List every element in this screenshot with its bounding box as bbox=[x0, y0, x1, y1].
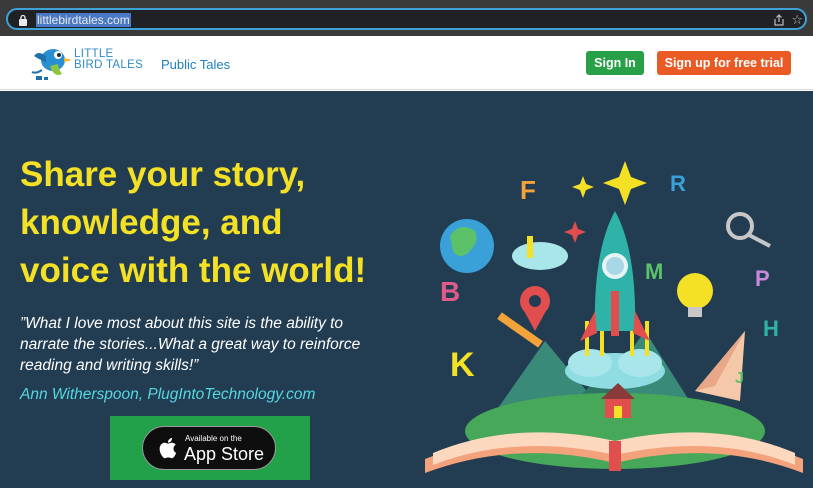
hero-section: Share your story, knowledge, and voice w… bbox=[0, 91, 813, 488]
hero-headline: Share your story, knowledge, and voice w… bbox=[20, 151, 420, 295]
quote-line-1: ”What I love most about this site is the… bbox=[20, 315, 344, 332]
star-icon[interactable]: ☆ bbox=[791, 12, 803, 28]
svg-text:J: J bbox=[735, 370, 744, 387]
app-store-badge[interactable]: Available on the App Store bbox=[142, 426, 276, 470]
svg-text:B: B bbox=[440, 276, 460, 307]
share-icon[interactable] bbox=[773, 14, 785, 26]
svg-text:M: M bbox=[645, 259, 663, 284]
lock-icon[interactable] bbox=[18, 14, 28, 26]
headline-line-3: voice with the world! bbox=[20, 251, 367, 290]
browser-toolbar: littlebirdtales.com ☆ bbox=[0, 0, 813, 36]
app-store-small-text: Available on the bbox=[185, 434, 242, 443]
storybook-rocket-illustration: F R B M P H K J bbox=[425, 161, 803, 473]
svg-text:R: R bbox=[670, 171, 686, 196]
quote-line-3: reading and writing skills!” bbox=[20, 357, 199, 374]
quote-line-2: narrate the stories...What a great way t… bbox=[20, 336, 361, 353]
apple-icon bbox=[159, 437, 177, 459]
nav-public-tales[interactable]: Public Tales bbox=[161, 57, 230, 72]
headline-line-2: knowledge, and bbox=[20, 203, 283, 242]
sign-in-button[interactable]: Sign In bbox=[586, 51, 644, 75]
bird-logo-icon[interactable] bbox=[28, 40, 74, 82]
svg-text:H: H bbox=[763, 316, 779, 341]
testimonial-quote: ”What I love most about this site is the… bbox=[20, 313, 420, 376]
address-bar[interactable]: littlebirdtales.com ☆ bbox=[6, 8, 807, 30]
logo-line-2: BIRD TALES bbox=[74, 59, 144, 71]
headline-line-1: Share your story, bbox=[20, 155, 306, 194]
site-header: LITTLE BIRD TALES Public Tales Sign In S… bbox=[0, 36, 813, 90]
url-text[interactable]: littlebirdtales.com bbox=[36, 13, 131, 27]
app-store-panel: Available on the App Store bbox=[110, 416, 310, 480]
svg-text:F: F bbox=[520, 175, 536, 205]
logo-text[interactable]: LITTLE BIRD TALES bbox=[74, 48, 144, 71]
sign-up-free-trial-button[interactable]: Sign up for free trial bbox=[657, 51, 791, 75]
svg-text:P: P bbox=[755, 266, 770, 291]
testimonial-author: Ann Witherspoon, PlugIntoTechnology.com bbox=[20, 386, 316, 403]
app-store-big-text: App Store bbox=[184, 444, 265, 464]
svg-text:K: K bbox=[450, 346, 475, 384]
